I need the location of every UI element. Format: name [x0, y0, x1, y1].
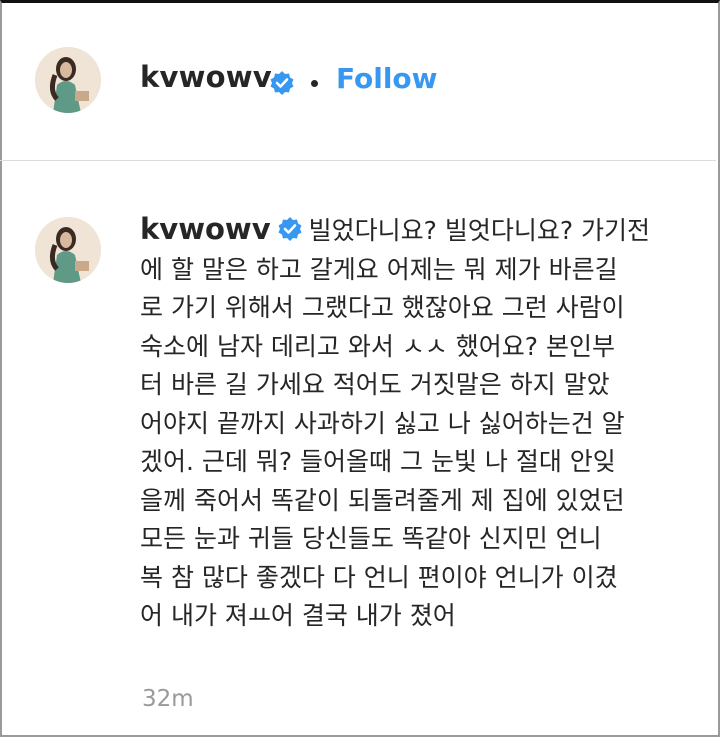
comment-body: kvwowv 빌었다니요? 빌엇다니요? 가기전 에 할 말은 하고 갈게요 어제… — [140, 210, 710, 636]
header-avatar[interactable] — [35, 47, 101, 113]
comment-text: 모든 눈과 귀들 당신들도 똑같아 신지민 언니 — [140, 524, 602, 553]
comment-timestamp[interactable]: 32m — [142, 686, 194, 712]
post-header: kvwowv Follow — [0, 0, 716, 161]
header-username[interactable]: kvwowv — [140, 60, 272, 94]
separator-dot — [311, 80, 318, 87]
comment-text: 에 할 말은 하고 갈게요 어제는 뭐 제가 바른길 — [140, 254, 618, 284]
comment-text: 터 바른 길 가세요 적어도 거짓말은 하지 말았 — [140, 370, 610, 399]
verified-badge-icon — [278, 217, 302, 241]
verified-badge-icon — [270, 71, 294, 95]
comment-text: 빌었다니요? 빌엇다니요? 가기전 — [308, 216, 651, 245]
comment-username[interactable]: kvwowv — [140, 212, 271, 246]
comment-text: 어야지 끝까지 사과하기 싫고 나 싫어하는건 알 — [140, 408, 625, 438]
comment-text: 어 내가 져ㅛ어 결국 내가 졌어 — [140, 601, 456, 630]
comment-avatar[interactable] — [35, 217, 101, 283]
comment-text: 숙소에 남자 데리고 와서 ㅅㅅ 했어요? 본인부 — [140, 331, 615, 361]
comment-text: 겠어. 근데 뭐? 들어올때 그 눈빛 나 절대 안잊 — [140, 447, 616, 476]
comment-line: kvwowv 빌었다니요? 빌엇다니요? 가기전 — [140, 210, 710, 251]
comment-text: 복 참 많다 좋겠다 다 언니 편이야 언니가 이겼 — [140, 562, 618, 592]
comment-text: 로 가기 위해서 그랬다고 했잖아요 그런 사람이 — [140, 293, 625, 322]
follow-button[interactable]: Follow — [336, 62, 438, 95]
comment-text: 을께 죽어서 똑같이 되돌려줄게 제 집에 있었던 — [140, 485, 625, 515]
